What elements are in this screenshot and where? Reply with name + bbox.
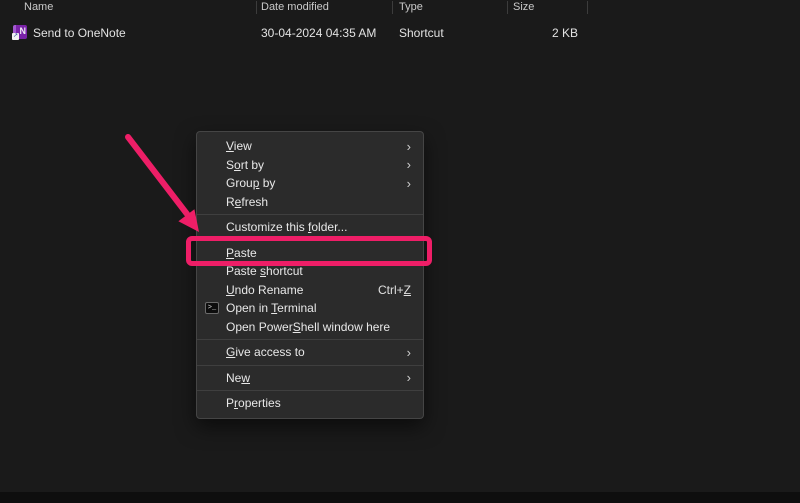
column-header-size[interactable]: Size [513,1,534,13]
column-separator[interactable] [507,1,508,14]
menu-item-paste[interactable]: Paste [197,244,423,263]
onenote-letter: N [20,26,27,37]
menu-item-open-in-terminal[interactable]: >_ Open in Terminal [197,299,423,318]
column-header-type[interactable]: Type [399,1,423,13]
column-separator[interactable] [392,1,393,14]
menu-item-label: Group by [226,176,275,190]
file-row[interactable]: N ↗ Send to OneNote 30-04-2024 04:35 AM … [0,24,800,42]
menu-item-label: Open PowerShell window here [226,320,390,334]
file-date-modified: 30-04-2024 04:35 AM [261,26,376,40]
menu-item-label: Sort by [226,158,264,172]
file-type: Shortcut [399,26,444,40]
menu-item-open-powershell-window-here[interactable]: Open PowerShell window here [197,318,423,337]
keyboard-shortcut-hint: Ctrl+Z [378,283,411,297]
menu-item-label: Paste shortcut [226,264,303,278]
menu-item-refresh[interactable]: Refresh [197,193,423,212]
terminal-icon: >_ [205,302,219,314]
menu-item-label: Undo Rename [226,283,303,297]
menu-item-new[interactable]: New › [197,369,423,388]
menu-separator [197,240,423,241]
chevron-right-icon: › [407,158,411,171]
chevron-right-icon: › [407,346,411,359]
menu-separator [197,365,423,366]
menu-item-paste-shortcut[interactable]: Paste shortcut [197,262,423,281]
menu-item-give-access-to[interactable]: Give access to › [197,343,423,362]
menu-item-label: New [226,371,250,385]
file-name: Send to OneNote [33,26,126,40]
bottom-bar [0,492,800,503]
menu-item-label: Give access to [226,345,305,359]
menu-item-label: Refresh [226,195,268,209]
menu-separator [197,339,423,340]
menu-separator [197,214,423,215]
menu-item-undo-rename[interactable]: Undo Rename Ctrl+Z [197,281,423,300]
column-header-name[interactable]: Name [24,1,53,13]
column-header-date-modified[interactable]: Date modified [261,1,329,13]
menu-item-view[interactable]: View › [197,137,423,156]
column-separator[interactable] [256,1,257,14]
chevron-right-icon: › [407,177,411,190]
menu-item-label: Customize this folder... [226,220,347,234]
menu-item-label: Properties [226,396,281,410]
column-separator[interactable] [587,1,588,14]
context-menu: View › Sort by › Group by › Refresh Cust… [196,131,424,419]
menu-item-label: Open in Terminal [226,301,317,315]
shortcut-arrow-overlay-icon: ↗ [12,33,19,40]
menu-item-properties[interactable]: Properties [197,394,423,413]
menu-separator [197,390,423,391]
column-header-row: Name Date modified Type Size [0,0,800,16]
file-size: 2 KB [500,26,578,40]
menu-item-sort-by[interactable]: Sort by › [197,156,423,175]
chevron-right-icon: › [407,371,411,384]
explorer-folder-view: { "page": { "background": "#1a1a1a", "bo… [0,0,800,503]
menu-item-label: View [226,139,252,153]
menu-item-customize-this-folder[interactable]: Customize this folder... [197,218,423,237]
chevron-right-icon: › [407,140,411,153]
menu-item-group-by[interactable]: Group by › [197,174,423,193]
menu-item-label: Paste [226,246,257,260]
onenote-shortcut-icon: N ↗ [13,25,27,39]
